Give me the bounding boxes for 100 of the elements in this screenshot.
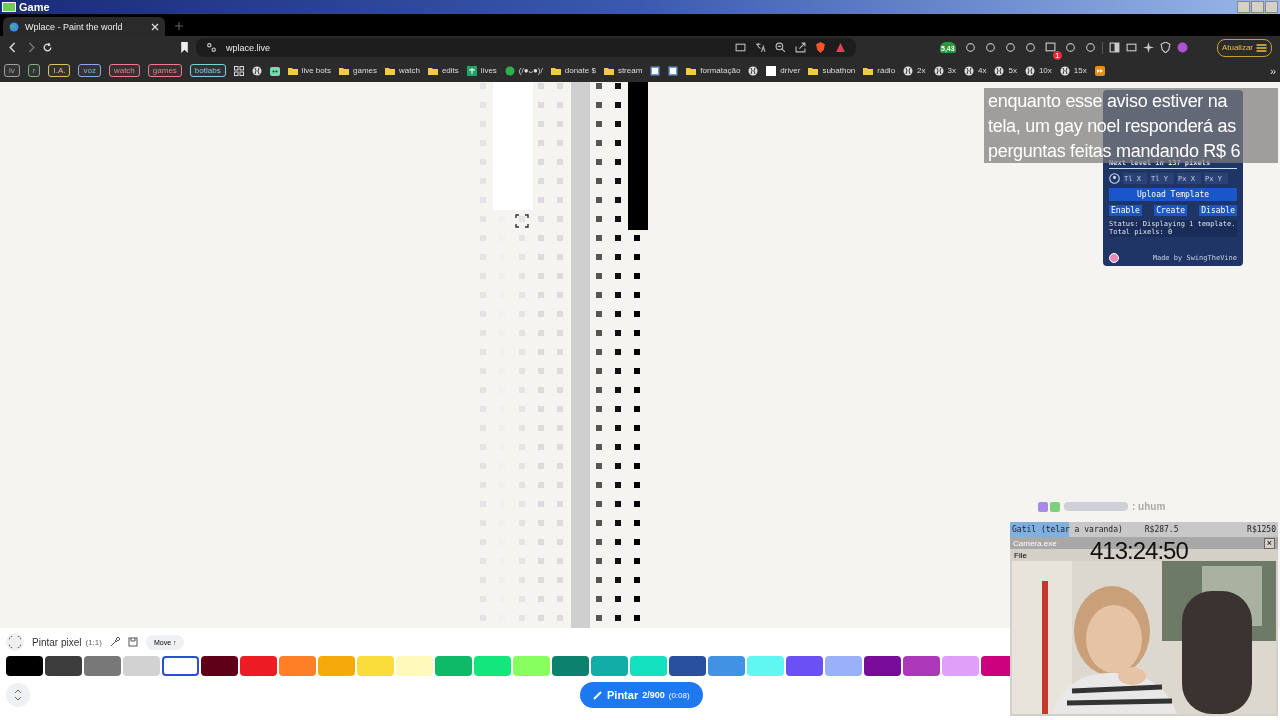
color-swatch[interactable] — [45, 656, 82, 676]
bookmark-link[interactable] — [748, 65, 759, 76]
browser-tab[interactable]: Wplace - Paint the world — [3, 17, 165, 36]
extension-icon[interactable] — [1084, 42, 1096, 53]
bookmark-link[interactable]: subathon — [808, 65, 856, 76]
close-icon[interactable] — [151, 22, 159, 31]
template-action-button[interactable]: Enable — [1109, 205, 1142, 216]
file-menu[interactable]: File — [1014, 550, 1027, 560]
page-icon[interactable] — [650, 65, 661, 76]
color-swatch[interactable] — [825, 656, 862, 676]
bookmark-link[interactable]: rádio — [863, 65, 896, 76]
color-swatch[interactable] — [357, 656, 394, 676]
shield-icon[interactable] — [1159, 42, 1171, 53]
bookmark-tag[interactable]: voz — [78, 64, 101, 77]
bookmark-tag[interactable]: watch — [108, 64, 140, 77]
sparkle-icon[interactable] — [1142, 42, 1154, 53]
color-swatch[interactable] — [942, 656, 979, 676]
minimize-button[interactable] — [1237, 1, 1250, 13]
color-swatch[interactable] — [552, 656, 589, 676]
close-button[interactable]: × — [1263, 537, 1275, 549]
color-swatch[interactable] — [279, 656, 316, 676]
color-swatch[interactable] — [240, 656, 277, 676]
bookmark-link[interactable]: 2x — [903, 65, 926, 76]
save-icon[interactable] — [127, 637, 138, 647]
profile-icon[interactable] — [1176, 42, 1188, 53]
zoom-icon[interactable] — [775, 42, 786, 53]
bookmark-link[interactable]: edits — [427, 65, 459, 76]
bookmark-link[interactable]: formatação — [686, 65, 741, 76]
extension-icon[interactable] — [1004, 42, 1016, 53]
robot-icon[interactable] — [269, 65, 280, 76]
bookmark-link[interactable]: 15x — [1059, 65, 1087, 76]
fast-forward-icon[interactable] — [1094, 65, 1105, 76]
bookmark-link[interactable]: live bots — [287, 65, 331, 76]
paint-button[interactable]: Pintar 2/900 (0:08) — [580, 682, 703, 708]
extension-icon[interactable] — [1044, 42, 1056, 53]
bookmark-link[interactable]: donate $ — [550, 65, 596, 76]
cast-icon[interactable] — [735, 42, 746, 53]
template-action-button[interactable]: Create — [1154, 205, 1188, 216]
more-bookmarks-button[interactable]: » — [1269, 64, 1276, 77]
color-swatch[interactable] — [669, 656, 706, 676]
bookmark-tag[interactable]: games — [147, 64, 182, 77]
location-icon[interactable] — [1109, 173, 1120, 184]
update-button[interactable]: Atualizar — [1216, 38, 1272, 57]
bookmark-link[interactable]: 3x — [933, 65, 956, 76]
bookmark-link[interactable]: (/●ᴗ●)/ — [504, 65, 543, 76]
page-icon[interactable] — [668, 65, 679, 76]
pixel-art-drawing[interactable] — [478, 82, 649, 628]
address-bar[interactable]: wplace.live — [196, 38, 856, 57]
bookmark-link[interactable]: 4x — [964, 65, 987, 76]
share-icon[interactable] — [795, 42, 806, 53]
color-swatch[interactable] — [591, 656, 628, 676]
bookmark-link[interactable]: games — [339, 65, 377, 76]
bookmark-link[interactable]: lives — [466, 65, 497, 76]
color-swatch[interactable] — [474, 656, 511, 676]
color-swatch[interactable] — [630, 656, 667, 676]
restore-button[interactable] — [1251, 1, 1264, 13]
color-swatch[interactable] — [396, 656, 433, 676]
bookmark-link[interactable]: watch — [385, 65, 420, 76]
color-swatch[interactable] — [513, 656, 550, 676]
sidebar-icon[interactable] — [1108, 42, 1120, 53]
extension-icon[interactable] — [964, 42, 976, 53]
bookmark-link[interactable]: stream — [603, 65, 643, 76]
extension-icon[interactable] — [1064, 42, 1076, 53]
wallet-icon[interactable] — [1125, 42, 1137, 53]
color-swatch[interactable] — [903, 656, 940, 676]
bookmark-icon[interactable] — [179, 42, 190, 53]
color-swatch[interactable] — [318, 656, 355, 676]
bookmark-tag[interactable]: lv — [4, 64, 20, 77]
color-swatch[interactable] — [981, 656, 1010, 676]
pipette-icon[interactable] — [109, 637, 120, 647]
reload-icon[interactable] — [42, 42, 53, 53]
color-swatch[interactable] — [201, 656, 238, 676]
color-swatch[interactable] — [747, 656, 784, 676]
menu-icon[interactable] — [1256, 43, 1267, 52]
extension-icon[interactable] — [984, 42, 996, 53]
bookmark-link[interactable]: 5x — [994, 65, 1017, 76]
shield-icon[interactable] — [815, 42, 826, 53]
color-swatch[interactable] — [123, 656, 160, 676]
translate-icon[interactable] — [755, 42, 766, 53]
color-swatch[interactable] — [162, 656, 199, 676]
bookmark-tag[interactable]: r — [27, 64, 41, 77]
extension-icon[interactable] — [1024, 42, 1036, 53]
color-swatch[interactable] — [864, 656, 901, 676]
triangle-icon[interactable] — [835, 42, 846, 53]
color-swatch[interactable] — [708, 656, 745, 676]
color-swatch[interactable] — [786, 656, 823, 676]
template-action-button[interactable]: Disable — [1199, 205, 1237, 216]
settings-icon[interactable] — [206, 42, 217, 53]
upload-template-button[interactable]: Upload Template — [1109, 188, 1237, 201]
color-swatch[interactable] — [84, 656, 121, 676]
new-tab-icon[interactable] — [175, 22, 183, 30]
bookmark-link[interactable]: driver — [766, 65, 801, 76]
apps-icon[interactable] — [233, 65, 244, 76]
color-swatch[interactable] — [435, 656, 472, 676]
bookmark-tag[interactable]: I.A. — [48, 64, 71, 77]
bookmark-link[interactable] — [251, 65, 262, 76]
bookmark-link[interactable]: 10x — [1024, 65, 1052, 76]
bookmark-tag[interactable]: botlabs — [189, 64, 226, 77]
close-button[interactable] — [1265, 1, 1278, 13]
color-swatch[interactable] — [6, 656, 43, 676]
